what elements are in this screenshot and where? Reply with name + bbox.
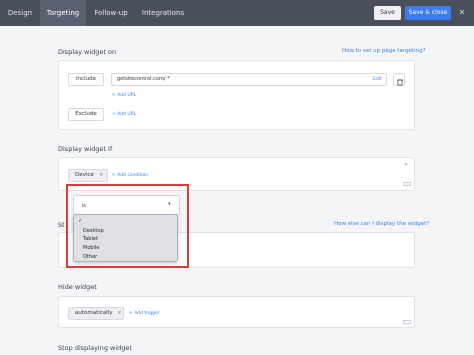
device-condition-label: Device	[75, 172, 94, 178]
tab-integrations[interactable]: Integrations	[136, 0, 190, 26]
trigger-label: automatically	[75, 310, 113, 316]
start-section-title: St	[58, 221, 65, 229]
remove-condition-icon[interactable]: ×	[99, 170, 104, 181]
device-condition-pill[interactable]: Device ×	[68, 169, 108, 182]
close-condition-icon[interactable]: ×	[404, 162, 408, 168]
display-widget-help-link[interactable]: How else can I display the widget?	[334, 221, 429, 227]
add-trigger-link[interactable]: + Add trigger	[129, 311, 160, 316]
close-icon[interactable]: ✕	[455, 6, 469, 20]
stop-section-title: Stop displaying widget	[58, 344, 132, 352]
resize-handle-icon[interactable]	[403, 320, 411, 324]
tab-follow-up[interactable]: Follow-up	[86, 0, 136, 26]
add-condition-link[interactable]: + Add condition	[112, 173, 148, 178]
display-if-title: Display widget if	[58, 145, 113, 153]
save-button[interactable]: Save	[374, 6, 401, 20]
display-on-card: Include getsitecontrol.com/ * Edit + Add…	[58, 60, 415, 130]
add-include-url-link[interactable]: + Add URL	[112, 93, 136, 98]
add-exclude-url-link[interactable]: + Add URL	[112, 112, 136, 117]
tab-targeting[interactable]: Targeting	[40, 0, 86, 26]
exclude-button[interactable]: Exclude	[68, 108, 104, 121]
display-on-title: Display widget on	[58, 48, 117, 56]
resize-handle-icon[interactable]	[403, 182, 411, 186]
delete-url-button[interactable]	[393, 73, 405, 86]
include-button[interactable]: Include	[68, 73, 104, 86]
edit-url-link[interactable]: Edit	[373, 77, 382, 82]
hide-widget-title: Hide widget	[58, 283, 97, 291]
tab-design[interactable]: Design	[0, 0, 40, 26]
highlight-box	[66, 184, 189, 268]
save-and-close-button[interactable]: Save & close	[405, 6, 451, 20]
include-url-input[interactable]: getsitecontrol.com/ *	[111, 73, 387, 86]
page-targeting-help-link[interactable]: How to set up page targeting?	[342, 48, 426, 54]
hide-widget-card: automatically × + Add trigger	[58, 296, 415, 328]
top-bar: Design Targeting Follow-up Integrations …	[0, 0, 474, 26]
trash-icon	[397, 79, 403, 86]
trigger-pill[interactable]: automatically ×	[68, 307, 124, 320]
remove-trigger-icon[interactable]: ×	[117, 308, 122, 319]
